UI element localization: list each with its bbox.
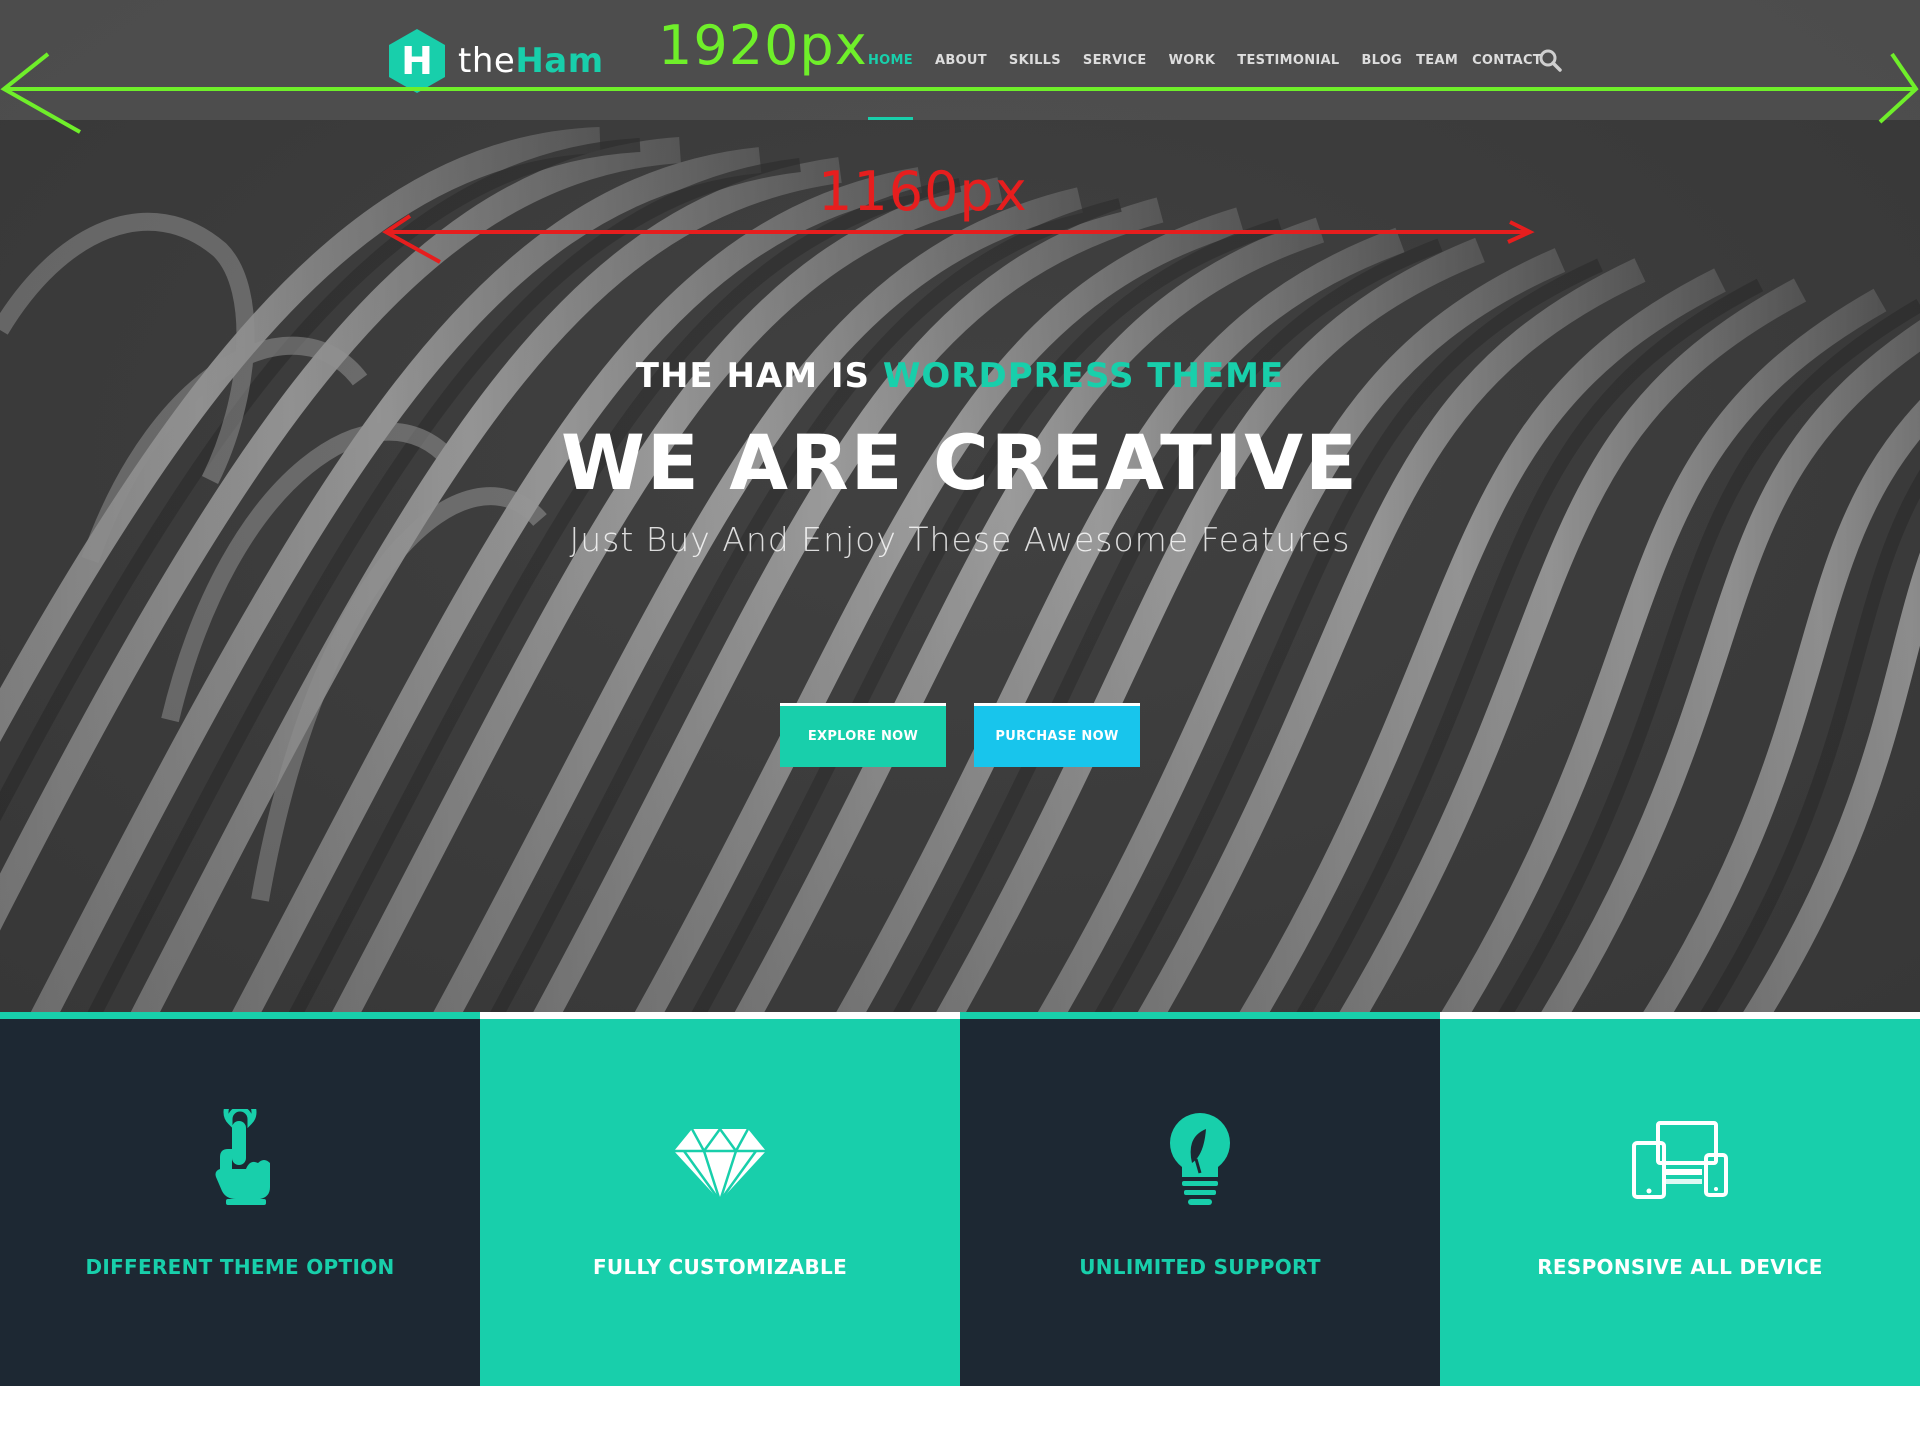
devices-icon bbox=[1632, 1121, 1728, 1199]
feature-label: UNLIMITED SUPPORT bbox=[1079, 1255, 1321, 1279]
hero-pretitle: THE HAM IS WORDPRESS THEME bbox=[0, 356, 1920, 396]
nav-item-work[interactable]: WORK bbox=[1169, 0, 1216, 120]
hero-title: WE ARE CREATIVE bbox=[561, 418, 1359, 507]
nav-item-about[interactable]: ABOUT bbox=[935, 0, 987, 120]
nav-item-blog[interactable]: BLOG bbox=[1361, 0, 1402, 120]
search-icon[interactable] bbox=[1538, 48, 1562, 72]
main-navigation: HOME ABOUT SKILLS SERVICE WORK TESTIMONI… bbox=[868, 0, 1564, 120]
nav-item-service[interactable]: SERVICE bbox=[1083, 0, 1147, 120]
logo-text-accent: Ham bbox=[515, 41, 604, 81]
logo-text: theHam bbox=[458, 41, 604, 81]
logo-hexagon-icon: H bbox=[386, 27, 448, 95]
lightbulb-icon bbox=[1170, 1113, 1230, 1205]
feature-card-customizable: FULLY CUSTOMIZABLE bbox=[480, 1012, 960, 1386]
hero-pretitle-plain: THE HAM IS bbox=[635, 356, 871, 396]
hero-subtitle: Just Buy And Enjoy These Awesome Feature… bbox=[569, 520, 1351, 559]
explore-now-button[interactable]: EXPLORE NOW bbox=[780, 703, 946, 767]
feature-card-theme-option: DIFFERENT THEME OPTION bbox=[0, 1012, 480, 1386]
pointer-hand-icon bbox=[215, 1109, 270, 1205]
feature-label: FULLY CUSTOMIZABLE bbox=[592, 1255, 848, 1279]
full-width-label: 1920px bbox=[658, 14, 868, 77]
purchase-now-button[interactable]: PURCHASE NOW bbox=[974, 703, 1140, 767]
feature-label: DIFFERENT THEME OPTION bbox=[85, 1255, 395, 1279]
hero-pretitle-accent: WORDPRESS THEME bbox=[882, 356, 1285, 396]
features-strip: DIFFERENT THEME OPTION FULLY CUSTOMIZABL… bbox=[0, 1012, 1920, 1386]
feature-card-responsive: RESPONSIVE ALL DEVICE bbox=[1440, 1012, 1920, 1386]
feature-card-support: UNLIMITED SUPPORT bbox=[960, 1012, 1440, 1386]
diamond-icon bbox=[674, 1126, 766, 1206]
logo-letter: H bbox=[401, 39, 433, 83]
logo-text-plain: the bbox=[458, 41, 516, 81]
feature-label: RESPONSIVE ALL DEVICE bbox=[1537, 1255, 1823, 1279]
nav-item-skills[interactable]: SKILLS bbox=[1009, 0, 1061, 120]
nav-item-home[interactable]: HOME bbox=[868, 0, 913, 120]
site-logo[interactable]: H theHam bbox=[386, 27, 604, 95]
nav-item-contact[interactable]: CONTACT bbox=[1472, 0, 1542, 120]
nav-item-team[interactable]: TEAM bbox=[1416, 0, 1458, 120]
nav-item-testimonial[interactable]: TESTIMONIAL bbox=[1237, 0, 1339, 120]
container-width-label: 1160px bbox=[818, 160, 1028, 223]
site-header: H theHam HOME ABOUT SKILLS SERVICE WORK … bbox=[0, 0, 1920, 120]
